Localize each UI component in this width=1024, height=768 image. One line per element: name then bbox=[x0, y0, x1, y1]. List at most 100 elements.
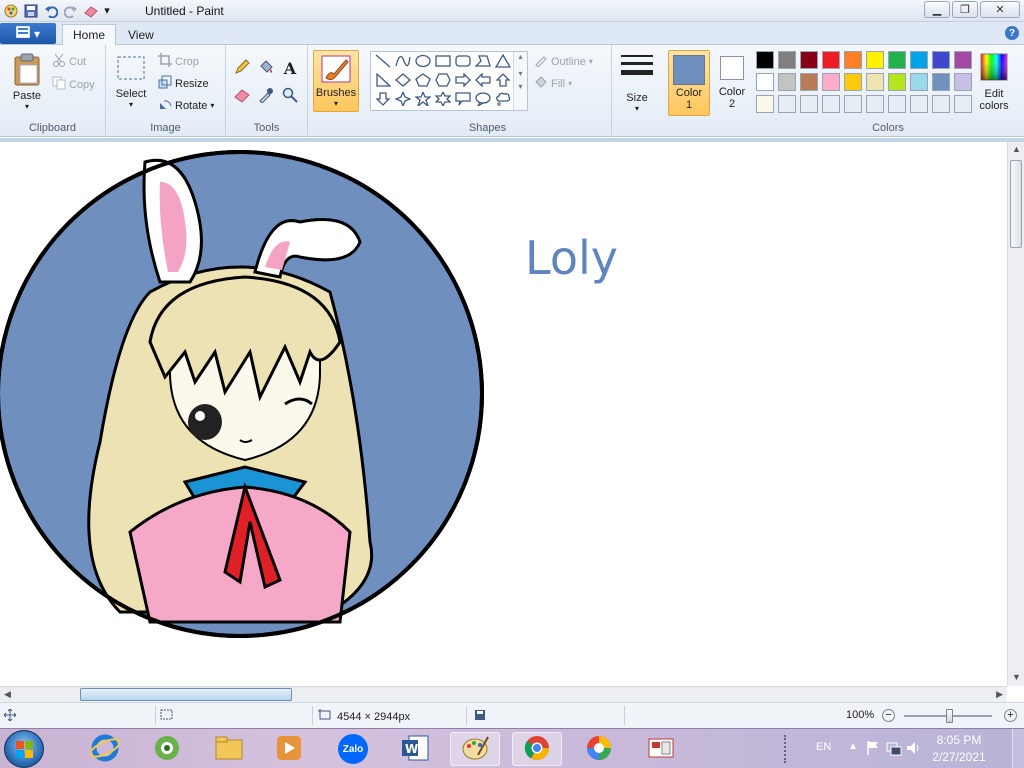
eraser-icon[interactable] bbox=[82, 2, 99, 19]
clock-time[interactable]: 8:05 PM bbox=[928, 733, 990, 747]
palette-swatch[interactable] bbox=[866, 51, 884, 69]
palette-swatch[interactable] bbox=[866, 95, 884, 113]
edit-colors-button[interactable]: Edit colors bbox=[974, 53, 1014, 112]
palette-swatch[interactable] bbox=[844, 51, 862, 69]
zoom-slider[interactable] bbox=[904, 709, 992, 723]
show-desktop-button[interactable] bbox=[1012, 729, 1024, 768]
palette-swatch[interactable] bbox=[910, 95, 928, 113]
hexagon-shape[interactable] bbox=[433, 72, 453, 91]
rectangle-shape[interactable] bbox=[433, 53, 453, 72]
shapes-gallery-scroll[interactable]: ▴ ▾ ▾ bbox=[513, 52, 527, 110]
vertical-scrollbar[interactable]: ▲ ▼ bbox=[1007, 142, 1024, 686]
palette-swatch[interactable] bbox=[756, 51, 774, 69]
outline-button[interactable]: Outline ▾ bbox=[534, 53, 593, 70]
redo-icon[interactable] bbox=[62, 2, 79, 19]
close-button[interactable]: ✕ bbox=[980, 1, 1020, 18]
palette-swatch[interactable] bbox=[800, 95, 818, 113]
palette-swatch[interactable] bbox=[888, 73, 906, 91]
taskbar-word[interactable]: W bbox=[390, 732, 440, 766]
vertical-scroll-thumb[interactable] bbox=[1010, 160, 1022, 248]
five-point-star-shape[interactable] bbox=[413, 90, 433, 110]
undo-icon[interactable] bbox=[42, 2, 59, 19]
crop-button[interactable]: Crop bbox=[158, 53, 199, 70]
zoom-in-button[interactable]: + bbox=[1004, 709, 1017, 722]
palette-swatch[interactable] bbox=[932, 51, 950, 69]
palette-swatch[interactable] bbox=[778, 73, 796, 91]
tab-home[interactable]: Home bbox=[62, 24, 117, 45]
color1-button[interactable]: Color 1 bbox=[668, 50, 710, 116]
taskbar-color-app[interactable] bbox=[574, 732, 624, 766]
resize-button[interactable]: Resize bbox=[158, 75, 209, 92]
taskbar-paint[interactable] bbox=[450, 732, 500, 766]
horizontal-scrollbar[interactable]: ◀ ▶ bbox=[0, 686, 1007, 702]
left-arrow-shape[interactable] bbox=[473, 72, 493, 91]
scroll-right-icon[interactable]: ▶ bbox=[996, 689, 1003, 700]
palette-swatch[interactable] bbox=[800, 73, 818, 91]
taskbar-chrome[interactable] bbox=[512, 732, 562, 766]
palette-swatch[interactable] bbox=[910, 51, 928, 69]
fill-button[interactable]: Fill ▾ bbox=[534, 75, 572, 92]
volume-icon[interactable] bbox=[906, 740, 922, 759]
customize-qat-icon[interactable]: ▾ bbox=[102, 2, 112, 19]
canvas-workspace[interactable]: Loly bbox=[0, 138, 1024, 686]
color2-button[interactable]: Color 2 bbox=[712, 50, 752, 116]
palette-swatch[interactable] bbox=[932, 95, 950, 113]
palette-swatch[interactable] bbox=[822, 73, 840, 91]
palette-swatch[interactable] bbox=[800, 51, 818, 69]
paint-app-icon[interactable] bbox=[2, 2, 19, 19]
cut-button[interactable]: Cut bbox=[52, 53, 86, 70]
pencil-tool[interactable] bbox=[231, 57, 253, 79]
rect-callout-shape[interactable] bbox=[453, 91, 473, 110]
palette-swatch[interactable] bbox=[756, 95, 774, 113]
palette-swatch[interactable] bbox=[866, 73, 884, 91]
tab-view[interactable]: View bbox=[118, 24, 164, 45]
palette-swatch[interactable] bbox=[822, 95, 840, 113]
palette-swatch[interactable] bbox=[778, 95, 796, 113]
taskbar-media[interactable] bbox=[264, 732, 314, 766]
select-button[interactable]: Select ▾ bbox=[114, 55, 148, 109]
palette-swatch[interactable] bbox=[888, 51, 906, 69]
show-hidden-icons[interactable]: ▲ bbox=[848, 741, 858, 752]
brushes-button[interactable]: Brushes ▾ bbox=[313, 50, 359, 112]
file-menu-button[interactable]: ▾ bbox=[0, 23, 56, 44]
cloud-callout-shape[interactable] bbox=[493, 91, 513, 110]
start-button[interactable] bbox=[4, 730, 44, 768]
save-icon[interactable] bbox=[22, 2, 39, 19]
size-button[interactable]: Size ▾ bbox=[618, 53, 656, 113]
help-icon[interactable]: ? bbox=[1005, 26, 1019, 40]
taskbar-explorer[interactable] bbox=[204, 732, 254, 766]
scroll-left-icon[interactable]: ◀ bbox=[4, 689, 11, 700]
pentagon-shape[interactable] bbox=[413, 72, 433, 91]
taskbar-ie[interactable] bbox=[80, 732, 130, 766]
scroll-up-icon[interactable]: ▲ bbox=[1012, 144, 1021, 154]
palette-swatch[interactable] bbox=[888, 95, 906, 113]
zoom-slider-thumb[interactable] bbox=[946, 709, 953, 723]
up-arrow-shape[interactable] bbox=[493, 72, 513, 91]
language-indicator[interactable]: EN bbox=[816, 741, 831, 753]
network-icon[interactable] bbox=[886, 740, 902, 759]
drawing-canvas[interactable]: Loly bbox=[0, 142, 1007, 686]
right-arrow-shape[interactable] bbox=[453, 72, 473, 91]
palette-swatch[interactable] bbox=[844, 73, 862, 91]
six-point-star-shape[interactable] bbox=[433, 90, 453, 110]
text-tool[interactable]: A bbox=[279, 57, 301, 79]
scroll-down-icon[interactable]: ▼ bbox=[1012, 672, 1021, 682]
palette-swatch[interactable] bbox=[778, 51, 796, 69]
eraser-tool[interactable] bbox=[231, 85, 253, 107]
triangle-shape[interactable] bbox=[493, 53, 513, 72]
minimize-button[interactable]: ▁ bbox=[924, 1, 950, 18]
palette-swatch[interactable] bbox=[756, 73, 774, 91]
rounded-rectangle-shape[interactable] bbox=[453, 53, 473, 72]
paste-button[interactable]: Paste ▾ bbox=[8, 53, 46, 111]
palette-swatch[interactable] bbox=[954, 95, 972, 113]
palette-swatch[interactable] bbox=[954, 51, 972, 69]
rotate-button[interactable]: Rotate ▾ bbox=[158, 97, 214, 114]
palette-swatch[interactable] bbox=[844, 95, 862, 113]
oval-callout-shape[interactable] bbox=[473, 91, 493, 110]
taskbar-snipping[interactable] bbox=[636, 732, 686, 766]
curve-shape[interactable] bbox=[393, 53, 413, 72]
palette-swatch[interactable] bbox=[910, 73, 928, 91]
palette-swatch[interactable] bbox=[932, 73, 950, 91]
taskbar-zalo[interactable]: Zalo bbox=[328, 732, 378, 766]
magnifier-tool[interactable] bbox=[279, 85, 301, 107]
